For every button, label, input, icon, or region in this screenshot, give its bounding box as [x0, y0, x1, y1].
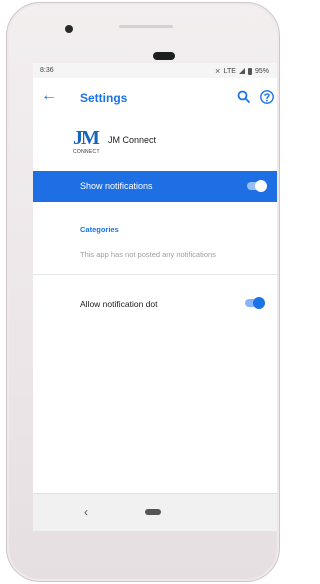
front-camera	[65, 25, 73, 33]
mute-icon: ⨯	[214, 68, 221, 75]
nav-back-icon[interactable]: ‹	[84, 505, 88, 519]
app-logo-subtext: CONNECT	[73, 149, 100, 155]
signal-icon	[238, 68, 245, 74]
search-icon[interactable]	[236, 89, 252, 105]
phone-frame: 8:36 ⨯ LTE 95% ← Settings JM CONNECT JM …	[6, 2, 280, 582]
toggle-knob	[255, 180, 267, 192]
categories-heading: Categories	[80, 225, 119, 234]
notification-dot-label: Allow notification dot	[80, 299, 158, 309]
system-nav-bar: ‹	[33, 493, 277, 531]
show-notifications-label: Show notifications	[80, 181, 153, 191]
section-divider	[33, 274, 277, 275]
show-notifications-toggle[interactable]	[247, 180, 267, 192]
categories-empty-message: This app has not posted any notification…	[80, 250, 216, 259]
page-title: Settings	[80, 91, 128, 105]
notification-dot-toggle[interactable]	[245, 297, 265, 309]
app-toolbar: ← Settings	[33, 80, 277, 114]
battery-level: 95%	[254, 67, 269, 75]
app-logo: JM CONNECT	[73, 127, 100, 157]
battery-icon	[247, 67, 252, 75]
status-system-icons: ⨯ LTE 95%	[215, 67, 269, 75]
status-time: 8:36	[40, 67, 54, 74]
earpiece-grill	[119, 25, 173, 28]
show-notifications-row[interactable]: Show notifications	[33, 171, 277, 202]
app-info-header: JM CONNECT JM Connect	[33, 117, 277, 167]
status-bar: 8:36 ⨯ LTE 95%	[33, 63, 277, 78]
nav-home-icon[interactable]	[145, 509, 161, 515]
help-icon[interactable]	[259, 89, 275, 105]
toggle-knob	[253, 297, 265, 309]
app-name: JM Connect	[108, 135, 157, 145]
phone-screen: 8:36 ⨯ LTE 95% ← Settings JM CONNECT JM …	[33, 63, 277, 531]
back-arrow-icon[interactable]: ←	[41, 88, 57, 104]
network-type: LTE	[223, 67, 236, 75]
app-logo-mark: JM	[73, 127, 100, 149]
speaker-slot	[153, 52, 175, 60]
